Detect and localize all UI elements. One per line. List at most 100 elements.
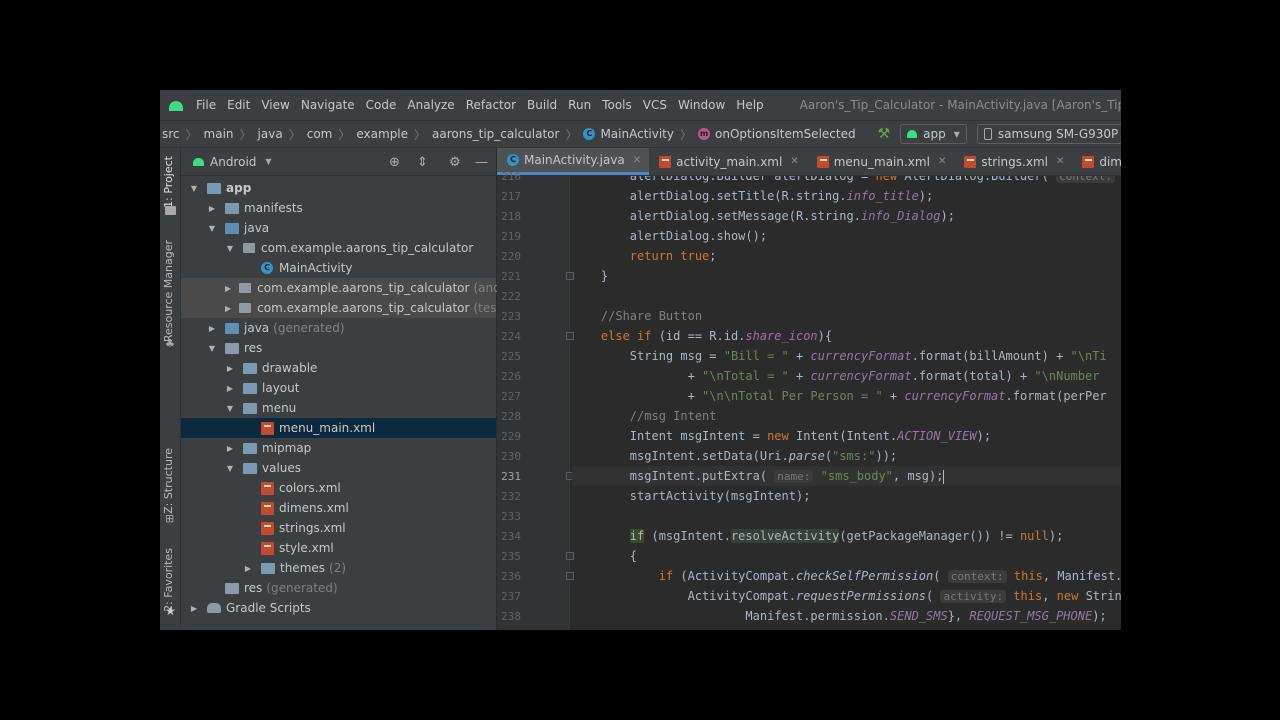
code-token: ( bbox=[926, 589, 941, 603]
breadcrumb-package[interactable]: aarons_tip_calculator bbox=[432, 127, 559, 141]
expanded-arrow-icon[interactable]: ▼ bbox=[225, 244, 235, 253]
code-token: currencyFormat bbox=[810, 369, 912, 383]
line-number: 238 bbox=[501, 610, 521, 623]
menu-view[interactable]: View bbox=[256, 98, 295, 112]
editor-tab[interactable]: dimens.xml✕ bbox=[1072, 148, 1121, 175]
project-view-mode[interactable]: Android bbox=[210, 155, 256, 169]
tab-favorites[interactable]: 2: Favorites bbox=[162, 548, 175, 612]
run-configuration-select[interactable]: app ▼ bbox=[900, 124, 967, 144]
code-token: msgIntent.setData(Uri. bbox=[572, 449, 789, 463]
menu-help[interactable]: Help bbox=[731, 98, 769, 112]
tree-item[interactable]: ▶ com.example.aarons_tip_calculator (test) bbox=[181, 298, 506, 318]
close-icon[interactable]: ✕ bbox=[633, 155, 641, 166]
tree-item[interactable]: ▶ java (generated) bbox=[181, 318, 496, 338]
chevron-down-icon[interactable]: ▼ bbox=[265, 157, 271, 166]
menu-navigate[interactable]: Navigate bbox=[296, 98, 361, 112]
collapsed-arrow-icon[interactable]: ▶ bbox=[207, 204, 217, 213]
tree-item[interactable]: ▼ java bbox=[181, 218, 496, 238]
breadcrumb-method[interactable]: m onOptionsItemSelected bbox=[698, 127, 856, 141]
tree-item[interactable]: ▶ manifests bbox=[181, 198, 496, 218]
tree-item[interactable]: menu_main.xml bbox=[181, 418, 496, 438]
collapsed-arrow-icon[interactable]: ▶ bbox=[225, 384, 235, 393]
make-project-hammer-icon[interactable]: ⚒ bbox=[878, 126, 891, 142]
menu-vcs[interactable]: VCS bbox=[638, 98, 673, 112]
menu-run[interactable]: Run bbox=[563, 98, 597, 112]
phone-icon bbox=[983, 128, 992, 140]
expanded-arrow-icon[interactable]: ▼ bbox=[207, 344, 217, 353]
tree-item[interactable]: strings.xml bbox=[181, 518, 496, 538]
tree-item-label: layout bbox=[262, 381, 300, 395]
menu-bar: File Edit View Navigate Code Analyze Ref… bbox=[160, 90, 1121, 120]
code-token: + bbox=[788, 369, 811, 383]
tab-structure[interactable]: Z: Structure bbox=[162, 448, 175, 514]
locate-target-icon[interactable]: ⊕ bbox=[389, 155, 400, 170]
close-icon[interactable]: ✕ bbox=[1056, 156, 1064, 167]
breadcrumb-example[interactable]: example bbox=[356, 127, 408, 141]
menu-build[interactable]: Build bbox=[522, 98, 563, 112]
breadcrumb-java[interactable]: java bbox=[258, 127, 283, 141]
menu-edit[interactable]: Edit bbox=[222, 98, 256, 112]
tree-item[interactable]: ▶com.example.aarons_tip_calculator(andro… bbox=[181, 278, 531, 298]
menu-window[interactable]: Window bbox=[673, 98, 731, 112]
editor-tab[interactable]: activity_main.xml ✕ bbox=[649, 148, 807, 175]
code-token: AlertDialog.Builder( bbox=[904, 176, 1057, 183]
tree-item[interactable]: ▶ mipmap bbox=[181, 438, 496, 458]
close-icon[interactable]: ✕ bbox=[790, 156, 798, 167]
tree-item[interactable]: dimens.xml bbox=[181, 498, 496, 518]
code-token: parse bbox=[788, 449, 825, 463]
editor-tab[interactable]: strings.xml ✕ bbox=[954, 148, 1072, 175]
code-area[interactable]: alertDialog.Builder alertDialog = new Al… bbox=[572, 176, 1121, 630]
tree-item[interactable]: ▼ menu bbox=[181, 398, 496, 418]
tree-item[interactable]: ▶ Gradle Scripts bbox=[181, 598, 496, 618]
collapsed-arrow-icon[interactable]: ▶ bbox=[225, 284, 231, 293]
parameter-hint: activity: bbox=[940, 590, 1007, 603]
expanded-arrow-icon[interactable]: ▼ bbox=[225, 404, 235, 413]
code-token: ; bbox=[709, 249, 717, 263]
menu-refactor[interactable]: Refactor bbox=[461, 98, 522, 112]
gear-icon[interactable]: ⚙ bbox=[449, 155, 461, 170]
expanded-arrow-icon[interactable]: ▼ bbox=[189, 184, 199, 193]
tree-item-label: strings.xml bbox=[279, 521, 346, 535]
menu-file[interactable]: File bbox=[191, 98, 222, 112]
code-token: (ActivityCompat. bbox=[680, 569, 796, 583]
collapsed-arrow-icon[interactable]: ▶ bbox=[225, 364, 235, 373]
breadcrumb-main[interactable]: main bbox=[204, 127, 234, 141]
code-line: alertDialog.show(); bbox=[572, 226, 767, 246]
editor-tab[interactable]: menu_main.xml ✕ bbox=[807, 148, 955, 175]
tree-item[interactable]: ▼ values bbox=[181, 458, 496, 478]
tree-item[interactable]: style.xml bbox=[181, 538, 496, 558]
tree-item[interactable]: res (generated) bbox=[181, 578, 496, 598]
tree-item[interactable]: ▼ res bbox=[181, 338, 496, 358]
menu-analyze[interactable]: Analyze bbox=[402, 98, 460, 112]
tree-item[interactable]: ▼ com.example.aarons_tip_calculator bbox=[181, 238, 496, 258]
tab-resource-manager[interactable]: Resource Manager bbox=[162, 240, 175, 342]
hide-panel-icon[interactable]: — bbox=[475, 155, 488, 170]
menu-code[interactable]: Code bbox=[361, 98, 403, 112]
tree-item-label: style.xml bbox=[279, 541, 334, 555]
breadcrumb-src[interactable]: src bbox=[162, 127, 180, 141]
menu-tools[interactable]: Tools bbox=[597, 98, 638, 112]
collapse-all-icon[interactable]: ⇕ bbox=[417, 155, 428, 170]
collapsed-arrow-icon[interactable]: ▶ bbox=[207, 324, 217, 333]
close-icon[interactable]: ✕ bbox=[938, 156, 946, 167]
collapsed-arrow-icon[interactable]: ▶ bbox=[225, 304, 231, 313]
tree-item[interactable]: ▶ themes (2) bbox=[181, 558, 496, 578]
collapsed-arrow-icon[interactable]: ▶ bbox=[243, 564, 253, 573]
breadcrumb-class[interactable]: C MainActivity bbox=[583, 127, 674, 141]
tree-item[interactable]: ▶ drawable bbox=[181, 358, 496, 378]
code-token: ); bbox=[976, 429, 992, 443]
device-select[interactable]: samsung SM-G930P▼ bbox=[976, 124, 1121, 144]
breadcrumb-com[interactable]: com bbox=[307, 127, 333, 141]
expanded-arrow-icon[interactable]: ▼ bbox=[225, 464, 235, 473]
collapsed-arrow-icon[interactable]: ▶ bbox=[225, 444, 235, 453]
tab-project[interactable]: 1: Project bbox=[162, 156, 175, 208]
expanded-arrow-icon[interactable]: ▼ bbox=[207, 224, 217, 233]
collapsed-arrow-icon[interactable]: ▶ bbox=[189, 604, 199, 613]
tree-item[interactable]: colors.xml bbox=[181, 478, 496, 498]
code-token: new bbox=[875, 176, 905, 183]
code-line: ActivityCompat.requestPermissions( activ… bbox=[572, 586, 1121, 606]
tree-item[interactable]: C MainActivity bbox=[181, 258, 496, 278]
tree-item[interactable]: ▼ app bbox=[181, 178, 496, 198]
tree-item[interactable]: ▶ layout bbox=[181, 378, 496, 398]
